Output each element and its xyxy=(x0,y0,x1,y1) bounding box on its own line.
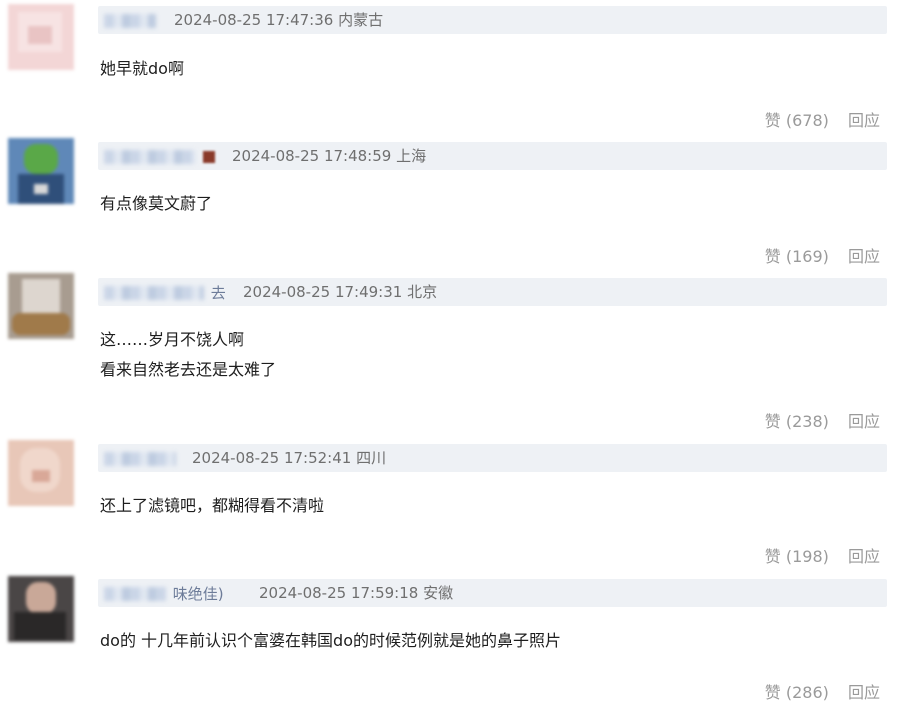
like-count: (678) xyxy=(785,111,829,130)
comment-body: 这……岁月不饶人啊 看来自然老去还是太难了 xyxy=(100,328,276,382)
comment-time-location: 2024-08-25 17:47:36 内蒙古 xyxy=(174,11,383,29)
comment-location: 安徽 xyxy=(423,584,454,602)
avatar[interactable] xyxy=(8,4,74,70)
like-count: (238) xyxy=(785,412,829,431)
reply-button[interactable]: 回应 xyxy=(848,412,880,431)
comment-time-location: 2024-08-25 17:59:18 安徽 xyxy=(259,584,453,602)
comment-line: 她早就do啊 xyxy=(100,59,184,78)
comment-time-location: 2024-08-25 17:52:41 四川 xyxy=(192,449,386,467)
comment-actions: 赞 (286) 回应 xyxy=(765,679,880,703)
comment-time-location: 2024-08-25 17:48:59 上海 xyxy=(232,147,426,165)
avatar[interactable] xyxy=(8,440,74,506)
comment-body: 还上了滤镜吧，都糊得看不清啦 xyxy=(100,494,324,518)
like-count: (286) xyxy=(785,683,829,702)
like-button[interactable]: 赞 (678) xyxy=(765,111,829,130)
reply-button[interactable]: 回应 xyxy=(848,683,880,702)
comment-location: 内蒙古 xyxy=(338,11,384,29)
like-count: (198) xyxy=(785,547,829,566)
comment-timestamp: 2024-08-25 17:49:31 xyxy=(243,283,403,301)
comment-line: 有点像莫文蔚了 xyxy=(100,194,213,213)
like-label: 赞 xyxy=(764,683,781,702)
comment-actions: 赞 (678) 回应 xyxy=(765,107,880,131)
like-label: 赞 xyxy=(764,412,781,431)
like-button[interactable]: 赞 (169) xyxy=(765,247,829,266)
avatar[interactable] xyxy=(8,138,74,204)
avatar[interactable] xyxy=(8,576,74,642)
comment-actions: 赞 (238) 回应 xyxy=(765,408,880,432)
username[interactable] xyxy=(104,12,163,28)
comment-actions: 赞 (198) 回应 xyxy=(765,543,880,567)
comment-location: 北京 xyxy=(407,283,438,301)
username[interactable] xyxy=(104,148,222,164)
comment-line: 还上了滤镜吧，都糊得看不清啦 xyxy=(100,496,325,515)
like-button[interactable]: 赞 (238) xyxy=(765,412,829,431)
like-button[interactable]: 赞 (198) xyxy=(765,547,829,566)
comment-meta-bar: 2024-08-25 17:48:59 上海 xyxy=(98,142,887,170)
comment-actions: 赞 (169) 回应 xyxy=(765,243,880,267)
username[interactable]: 去 xyxy=(104,284,226,301)
comment-meta-bar: 味绝佳) 2024-08-25 17:59:18 安徽 xyxy=(98,579,887,607)
comment-line: do的 十几年前认识个富婆在韩国do的时候范例就是她的鼻子照片 xyxy=(100,631,561,650)
comment-meta-bar: 去 2024-08-25 17:49:31 北京 xyxy=(98,278,887,306)
comment-body: 有点像莫文蔚了 xyxy=(100,192,212,216)
like-label: 赞 xyxy=(764,247,781,266)
comment-timestamp: 2024-08-25 17:47:36 xyxy=(174,11,334,29)
username[interactable]: 味绝佳) xyxy=(104,585,224,602)
comment-location: 上海 xyxy=(396,147,427,165)
reply-button[interactable]: 回应 xyxy=(848,247,880,266)
comment-meta-bar: 2024-08-25 17:52:41 四川 xyxy=(98,444,887,472)
like-label: 赞 xyxy=(764,547,781,566)
like-count: (169) xyxy=(785,247,829,266)
comment-body: 她早就do啊 xyxy=(100,57,184,81)
reply-button[interactable]: 回应 xyxy=(848,111,880,130)
comment-timestamp: 2024-08-25 17:52:41 xyxy=(192,449,352,467)
comment-time-location: 2024-08-25 17:49:31 北京 xyxy=(243,283,437,301)
comment-line: 这……岁月不饶人啊 xyxy=(100,330,245,349)
username[interactable] xyxy=(104,450,183,466)
avatar[interactable] xyxy=(8,273,74,339)
reply-button[interactable]: 回应 xyxy=(848,547,880,566)
comment-body: do的 十几年前认识个富婆在韩国do的时候范例就是她的鼻子照片 xyxy=(100,629,561,653)
like-label: 赞 xyxy=(764,111,781,130)
like-button[interactable]: 赞 (286) xyxy=(765,683,829,702)
comment-location: 四川 xyxy=(356,449,387,467)
comment-line: 看来自然老去还是太难了 xyxy=(100,360,277,379)
comment-timestamp: 2024-08-25 17:48:59 xyxy=(232,147,392,165)
comment-timestamp: 2024-08-25 17:59:18 xyxy=(259,584,419,602)
comment-meta-bar: 2024-08-25 17:47:36 内蒙古 xyxy=(98,6,887,34)
